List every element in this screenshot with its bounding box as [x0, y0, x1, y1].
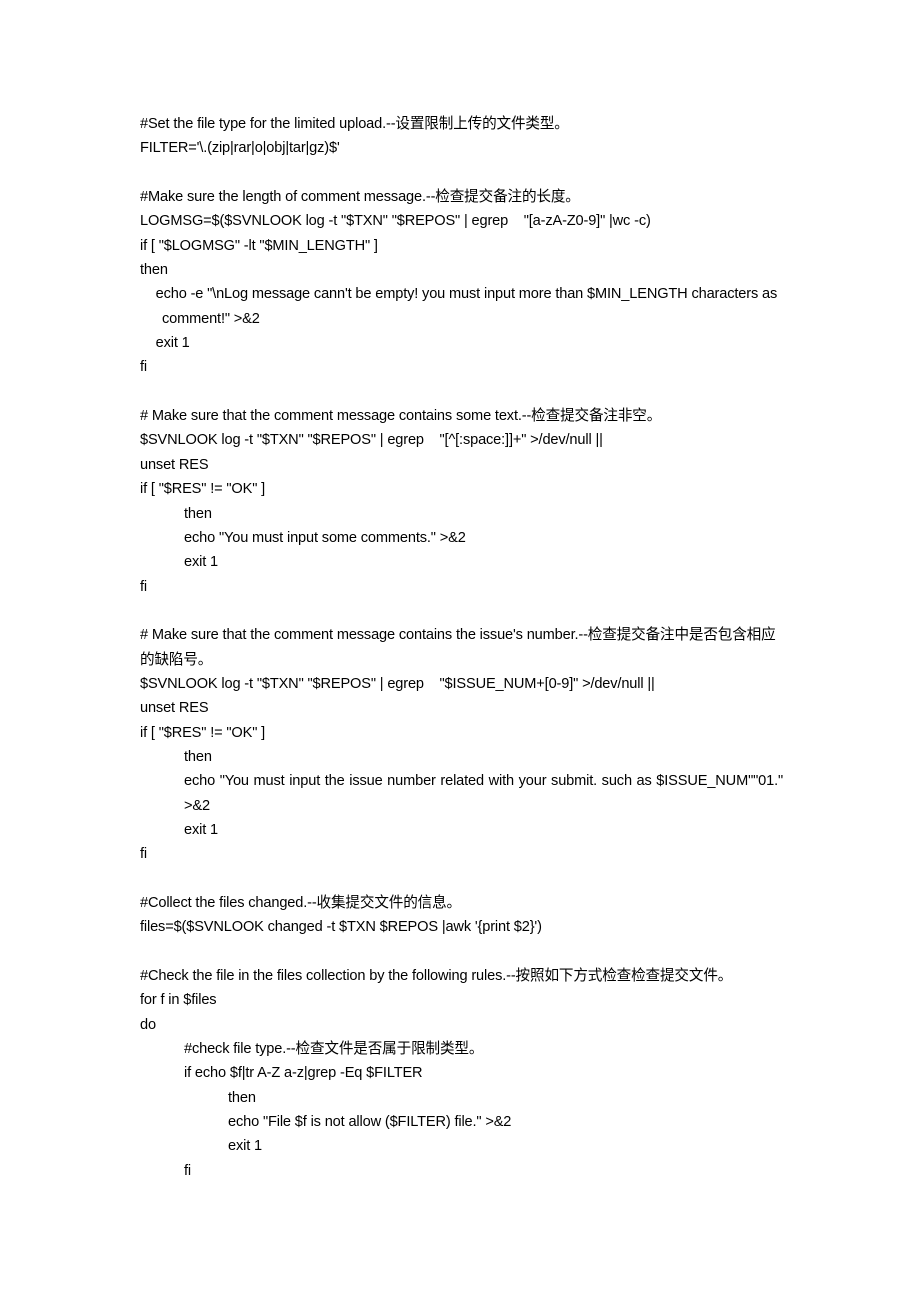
code-line: unset RES [140, 456, 209, 473]
code-line: if [ "$RES" != "OK" ] [140, 724, 266, 741]
code-line: FILTER='\.(zip|rar|o|obj|tar|gz)$' [140, 140, 340, 157]
code-line: echo -e "\nLog message cann't be empty! … [140, 286, 782, 327]
document-body: #Set the file type for the limited uploa… [140, 112, 783, 1183]
code-line: unset RES [140, 700, 209, 717]
code-line: echo "File $f is not allow ($FILTER) fil… [228, 1114, 512, 1131]
code-line: # Make sure that the comment message con… [140, 627, 776, 668]
code-line: fi [140, 359, 147, 376]
code-line: then [184, 505, 212, 522]
code-line: for f in $files [140, 992, 217, 1009]
code-line: #Set the file type for the limited uploa… [140, 116, 569, 132]
code-line: exit 1 [140, 335, 190, 352]
code-line: if [ "$RES" != "OK" ] [140, 481, 266, 498]
code-line: exit 1 [184, 554, 218, 571]
document-page: #Set the file type for the limited uploa… [0, 0, 920, 1302]
code-line: echo "You must input some comments." >&2 [184, 529, 466, 546]
code-line: if echo $f|tr A-Z a-z|grep -Eq $FILTER [184, 1065, 423, 1082]
code-line: do [140, 1016, 156, 1033]
code-line: fi [140, 846, 147, 863]
code-line: # Make sure that the comment message con… [140, 408, 662, 425]
code-line: exit 1 [184, 821, 218, 838]
code-line: exit 1 [228, 1138, 262, 1155]
code-line: echo "You must input the issue number re… [184, 773, 787, 814]
code-line: #Make sure the length of comment message… [140, 189, 580, 206]
code-line: files=$($SVNLOOK changed -t $TXN $REPOS … [140, 919, 542, 936]
code-line: then [184, 748, 212, 765]
code-line: then [228, 1089, 256, 1106]
code-line: #Collect the files changed.--收集提交文件的信息。 [140, 895, 461, 911]
code-line: $SVNLOOK log -t "$TXN" "$REPOS" | egrep … [140, 432, 603, 449]
code-line: fi [140, 578, 147, 595]
code-line: #check file type.--检查文件是否属于限制类型。 [184, 1041, 484, 1058]
code-line: #Check the file in the files collection … [140, 968, 733, 985]
code-line: fi [184, 1162, 191, 1179]
code-line: if [ "$LOGMSG" -lt "$MIN_LENGTH" ] [140, 237, 378, 254]
code-line: LOGMSG=$($SVNLOOK log -t "$TXN" "$REPOS"… [140, 213, 651, 230]
code-line: then [140, 262, 168, 279]
code-line: $SVNLOOK log -t "$TXN" "$REPOS" | egrep … [140, 675, 655, 692]
